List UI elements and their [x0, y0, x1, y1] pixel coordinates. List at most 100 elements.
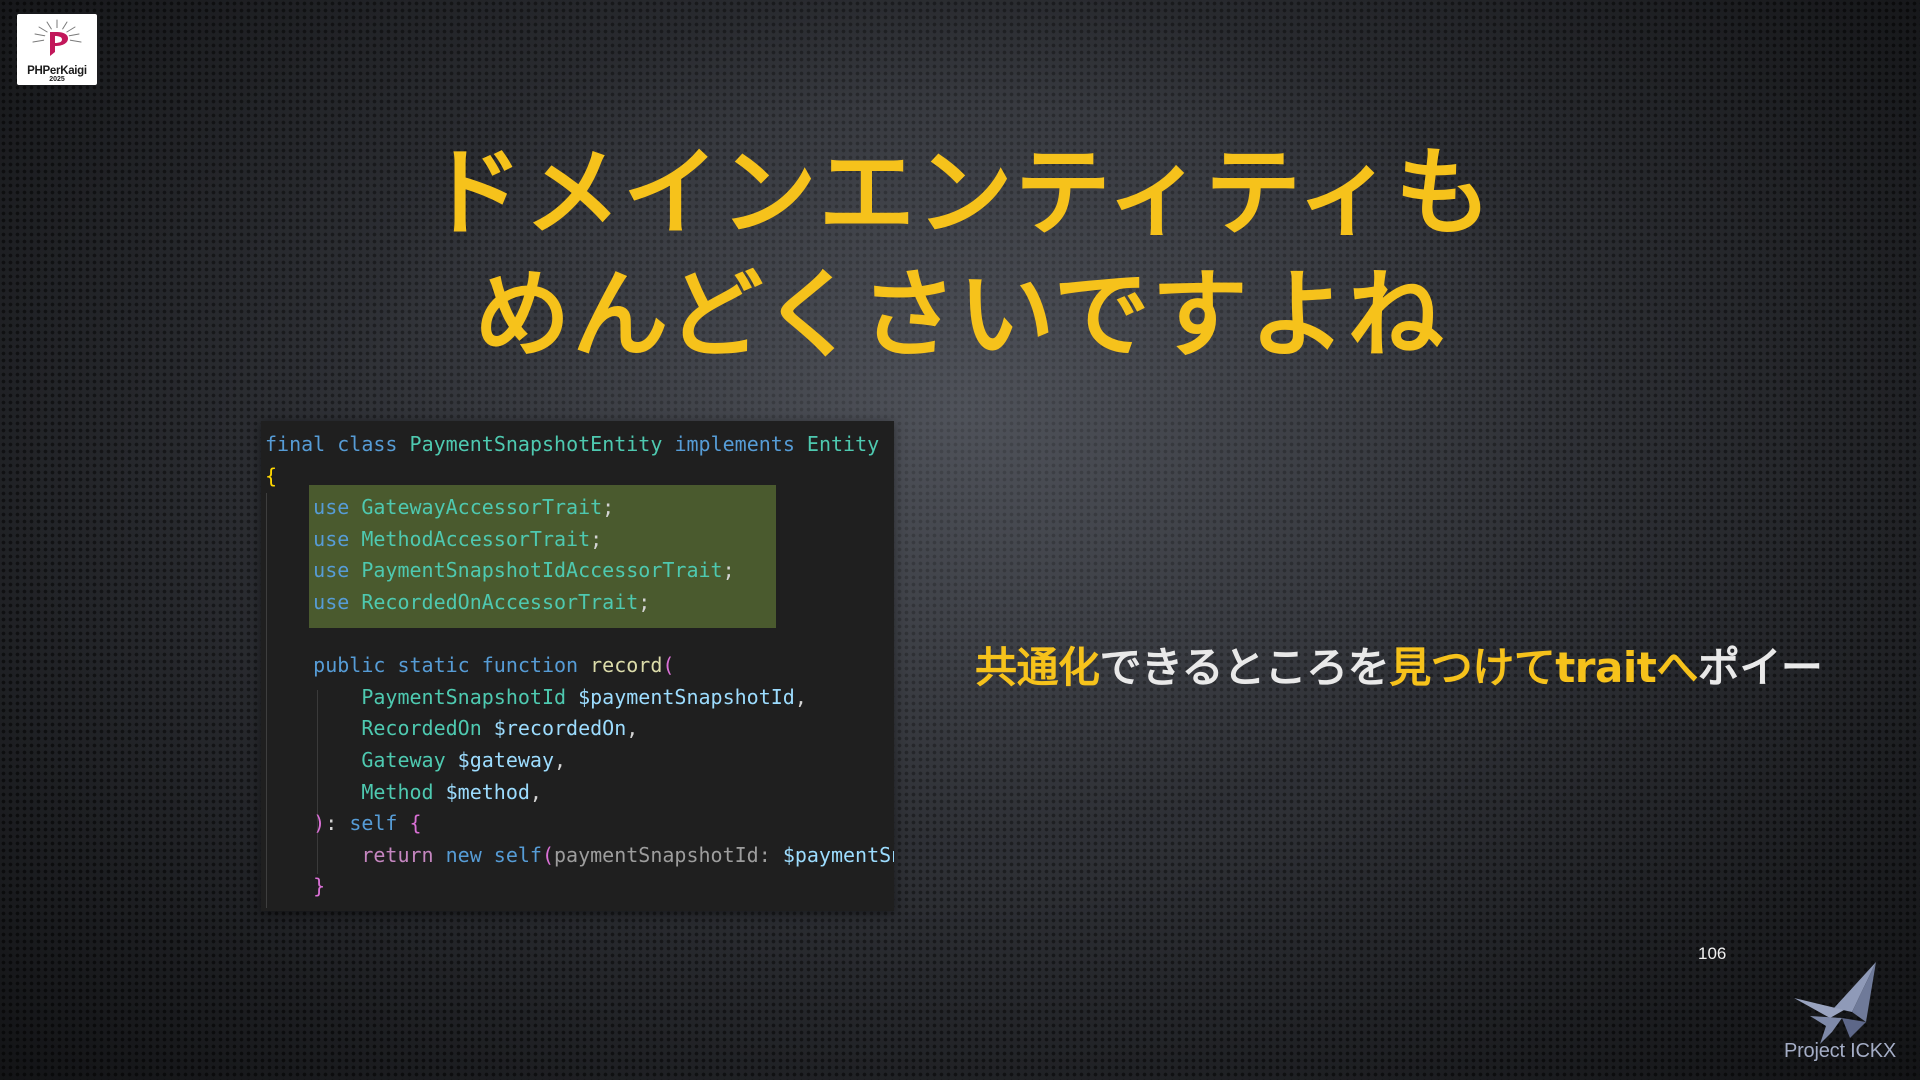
slide-message: 共通化できるところを見つけてtraitへポイー [975, 640, 1823, 696]
logo-year: 2025 [49, 76, 65, 83]
code-token: PaymentSnapshotIdAccessorTrait [361, 558, 723, 583]
code-token: $method [445, 779, 530, 804]
code-token: self [493, 842, 542, 867]
code-token: ) [313, 811, 326, 836]
code-line: PaymentSnapshotId $paymentSnapshotId, [265, 682, 894, 714]
code-line: use GatewayAccessorTrait; [265, 492, 894, 524]
code-token: MethodAccessorTrait [361, 526, 591, 551]
code-line: RecordedOn $recordedOn, [265, 713, 894, 745]
slide-title: ドメインエンティティも めんどくさいですよね [0, 132, 1920, 376]
code-token: implements [674, 432, 795, 456]
code-token: use [313, 558, 350, 583]
page-number: 106 [1698, 944, 1727, 963]
code-token: Gateway [361, 747, 446, 772]
code-token: $paymentSnapshotId [578, 684, 795, 709]
code-token: return [361, 842, 434, 867]
code-line: } [265, 871, 894, 903]
code-line: public static function record( [265, 650, 894, 682]
code-token: Method [361, 779, 434, 804]
project-ickx-wordmark: Project ICKX [1783, 1040, 1897, 1062]
code-token: GatewayAccessorTrait [361, 495, 603, 520]
code-token: ( [541, 842, 555, 867]
code-token: static [397, 653, 470, 678]
code-token: use [313, 495, 350, 520]
code-token: , [554, 747, 567, 772]
code-token: $paymentSnapshotId [782, 842, 894, 867]
message-segment: へ [1656, 643, 1698, 692]
slide-title-line-2: めんどくさいですよね [474, 259, 1446, 371]
slide-title-line-1: ドメインエンティティも [426, 137, 1494, 249]
code-line: { [265, 461, 894, 493]
code-token: public [313, 653, 386, 678]
code-token: Entity [806, 432, 880, 456]
message-segment: trait [1555, 643, 1657, 692]
code-line: Gateway $gateway, [265, 745, 894, 777]
code-token: class [337, 432, 398, 456]
code-line: return new self(paymentSnapshotId: $paym… [265, 840, 894, 872]
code-token: record [590, 653, 663, 678]
code-line: ): self { [265, 808, 894, 840]
code-token: paymentSnapshotId: [554, 842, 771, 867]
code-token: RecordedOn [361, 716, 482, 741]
code-token: ( [662, 653, 675, 678]
code-token: , [794, 684, 807, 709]
code-line: use RecordedOnAccessorTrait; [265, 587, 894, 619]
code-token: RecordedOnAccessorTrait [361, 589, 639, 614]
message-segment: 共通化 [975, 643, 1100, 692]
code-line: use PaymentSnapshotIdAccessorTrait; [265, 555, 894, 587]
code-token: function [481, 653, 579, 678]
code-token: ; [638, 589, 651, 614]
code-token: PaymentSnapshotId [361, 684, 567, 709]
code-token: { [265, 463, 278, 488]
code-token: { [409, 811, 422, 836]
code-token: ; [722, 558, 735, 583]
code-snippet-panel: final class PaymentSnapshotEntity implem… [261, 421, 894, 911]
code-lines: final class PaymentSnapshotEntity implem… [265, 429, 894, 903]
code-token: ; [590, 526, 603, 551]
code-token: use [313, 589, 350, 614]
code-line: use MethodAccessorTrait; [265, 524, 894, 556]
code-token: use [313, 526, 350, 551]
code-line: Method $method, [265, 777, 894, 809]
code-token: $recordedOn [493, 716, 627, 741]
code-token: : [325, 811, 350, 836]
message-segment: できるところを [1099, 643, 1390, 692]
code-token: $gateway [457, 747, 554, 772]
code-token: ; [602, 495, 615, 520]
message-segment: 見つけて [1389, 643, 1556, 692]
phperkaigi-logo-mark [32, 19, 82, 56]
phperkaigi-logo: PHPerKaigi 2025 [17, 14, 97, 85]
code-token: new [445, 842, 482, 867]
code-token: , [529, 779, 542, 804]
code-line: final class PaymentSnapshotEntity implem… [265, 429, 894, 461]
